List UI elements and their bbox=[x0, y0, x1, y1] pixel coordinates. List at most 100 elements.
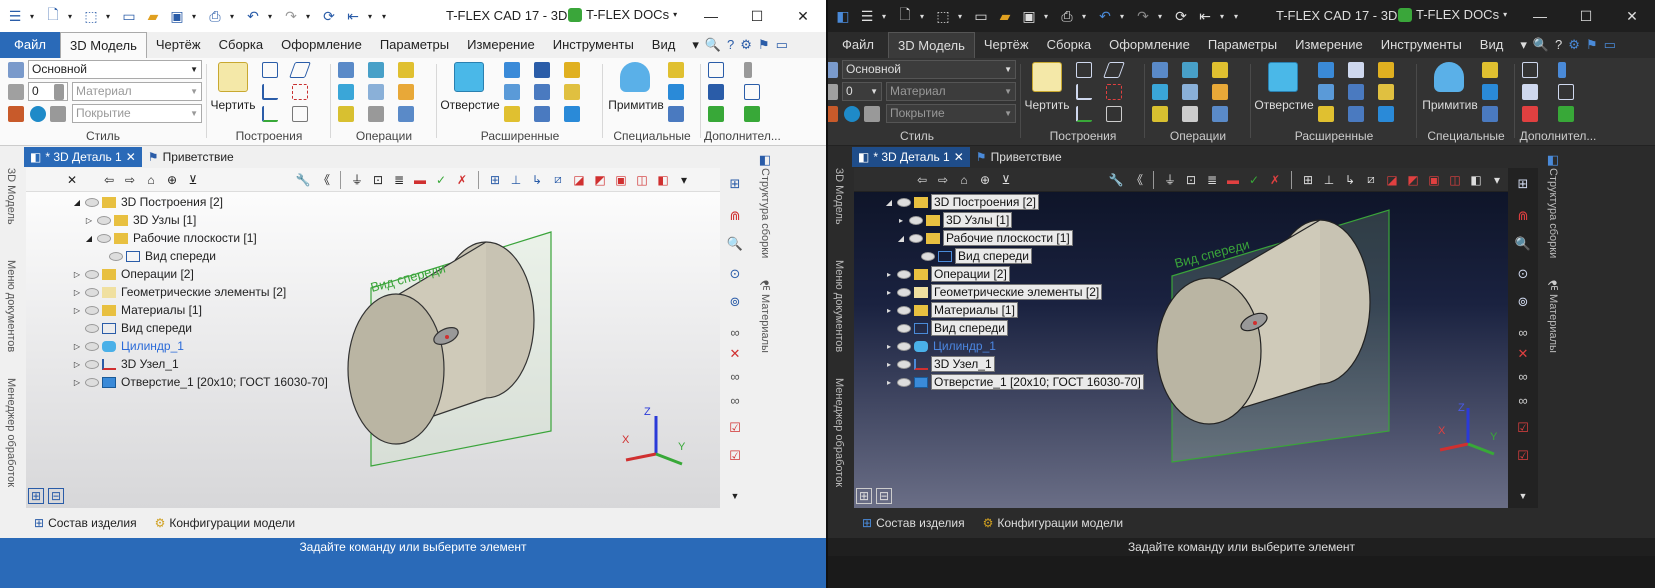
minimize-icon[interactable]: — bbox=[688, 0, 734, 32]
window-icon[interactable]: ▭ bbox=[972, 7, 990, 25]
glasses-2-icon[interactable]: ∞ bbox=[1513, 366, 1533, 386]
sketch-pen-icon[interactable] bbox=[1032, 62, 1062, 92]
fillet-icon[interactable] bbox=[368, 84, 384, 100]
tab-drawing[interactable]: Чертёж bbox=[975, 32, 1038, 58]
tree-node[interactable]: ▷ Отверстие_1 [20х10; ГОСТ 16030-70] bbox=[72, 374, 330, 390]
panel-tab-3d-model[interactable]: 3D Модель bbox=[5, 168, 17, 225]
point-icon[interactable] bbox=[1106, 106, 1122, 122]
boolean-icon[interactable] bbox=[338, 84, 354, 100]
special-1-icon[interactable] bbox=[668, 62, 684, 78]
tab-assembly[interactable]: Сборка bbox=[1038, 32, 1101, 58]
tree-node[interactable]: ▸ 3D Узлы [1] bbox=[896, 212, 1013, 228]
tab-file[interactable]: Файл bbox=[828, 32, 888, 58]
path-icon[interactable] bbox=[1106, 84, 1122, 100]
tab-welcome[interactable]: ⚑ Приветствие bbox=[970, 147, 1068, 167]
help-icon[interactable]: ? bbox=[1555, 37, 1562, 53]
regenerate-icon[interactable]: ⟳ bbox=[1172, 7, 1190, 25]
zoom-fit-icon[interactable]: ⊚ bbox=[1513, 292, 1533, 312]
zoom-window-icon[interactable]: ⊙ bbox=[1513, 264, 1533, 284]
panel-toggle-1-icon[interactable]: ⊞ bbox=[856, 488, 872, 504]
maximize-icon[interactable]: ☐ bbox=[1563, 0, 1609, 32]
grid-icon[interactable] bbox=[262, 62, 278, 78]
tab-model-configurations[interactable]: ⚙ Конфигурации модели bbox=[983, 516, 1123, 530]
check-cube-icon[interactable]: ☑ bbox=[1513, 418, 1533, 438]
panel-toggle-2-icon[interactable]: ⊟ bbox=[48, 488, 64, 504]
tab-view[interactable]: Вид bbox=[1471, 32, 1513, 58]
zoom-icon[interactable]: 🔍 bbox=[1513, 234, 1533, 254]
tree-node[interactable]: ◢ 3D Построения [2] bbox=[884, 194, 1039, 210]
tab-formatting[interactable]: Оформление bbox=[1100, 32, 1199, 58]
body-icon[interactable] bbox=[1378, 106, 1394, 122]
tab-model-configurations[interactable]: ⚙ Конфигурации модели bbox=[155, 516, 295, 530]
tree-node[interactable]: ▷ Цилиндр_1 bbox=[72, 338, 186, 354]
tab-tools[interactable]: Инструменты bbox=[1372, 32, 1471, 58]
lcs-icon[interactable] bbox=[1076, 106, 1092, 122]
check-cube-icon[interactable]: ☑ bbox=[725, 418, 745, 438]
spring-icon[interactable] bbox=[534, 62, 550, 78]
boolean-icon[interactable] bbox=[1152, 84, 1168, 100]
chamfer-icon[interactable] bbox=[398, 84, 414, 100]
layer-combo[interactable]: 0▼ bbox=[842, 82, 882, 101]
tree-node[interactable]: ▸ 3D Узел_1 bbox=[884, 356, 995, 372]
tab-parameters[interactable]: Параметры bbox=[1199, 32, 1286, 58]
fillet-icon[interactable] bbox=[1182, 84, 1198, 100]
deform-icon[interactable] bbox=[1348, 106, 1364, 122]
axis-icon[interactable] bbox=[1076, 84, 1092, 100]
tree-node[interactable]: ▷ Геометрические элементы [2] bbox=[72, 284, 288, 300]
tree-node[interactable]: Вид спереди bbox=[908, 248, 1033, 264]
plane-icon[interactable] bbox=[1103, 62, 1125, 78]
cylinder-face[interactable] bbox=[347, 293, 445, 445]
print-icon[interactable]: ⎙ bbox=[1058, 7, 1076, 25]
rib-icon[interactable] bbox=[1378, 62, 1394, 78]
panel-tab-structure[interactable]: Структура сборки bbox=[759, 168, 771, 258]
tab-measure[interactable]: Измерение bbox=[1286, 32, 1372, 58]
check-cube-2-icon[interactable]: ☑ bbox=[725, 446, 745, 466]
rib-icon[interactable] bbox=[564, 62, 580, 78]
open-folder-icon[interactable]: ▰ bbox=[996, 7, 1014, 25]
table-icon[interactable] bbox=[708, 62, 724, 78]
point-icon[interactable] bbox=[292, 106, 308, 122]
tree-node[interactable]: ▸ Геометрические элементы [2] bbox=[884, 284, 1103, 300]
panel-tab-doc-menu[interactable]: Меню документов bbox=[5, 260, 17, 352]
extrude-icon[interactable] bbox=[1152, 62, 1168, 78]
tab-file[interactable]: Файл bbox=[0, 32, 60, 58]
thread-icon[interactable] bbox=[1318, 62, 1334, 78]
hole-icon[interactable] bbox=[1268, 62, 1298, 92]
tree-node[interactable]: ▸ Цилиндр_1 bbox=[884, 338, 998, 354]
redo-icon[interactable]: ↷ bbox=[282, 7, 300, 25]
link-icon[interactable] bbox=[744, 106, 760, 122]
3d-viewport[interactable]: ✕ ⇦ ⇨ ⌂ ⊕ ⊻ 🔧 《 ⏚ ⊡ ≣ ▬ ✓ ✗ ⊞ ⊥ ↳ ⧄ ◪ ◩ … bbox=[26, 168, 720, 508]
tab-3d-model[interactable]: 3D Модель bbox=[887, 32, 975, 58]
rotate-icon[interactable] bbox=[1182, 62, 1198, 78]
lcs-icon[interactable] bbox=[262, 106, 278, 122]
wrap-icon[interactable] bbox=[1318, 106, 1334, 122]
view-panel-icon[interactable]: ⊞ bbox=[725, 174, 745, 194]
box-3d-icon[interactable]: ⬚ bbox=[934, 7, 952, 25]
shell-icon[interactable] bbox=[1152, 106, 1168, 122]
structure-icon[interactable]: ◧ bbox=[755, 150, 775, 170]
search-icon[interactable]: 🔍 bbox=[705, 37, 721, 53]
tflex-docs-button-dark[interactable]: T-FLEX DOCs ▾ bbox=[1398, 7, 1511, 22]
shell-icon[interactable] bbox=[338, 106, 354, 122]
tree-node[interactable]: ▷ Операции [2] bbox=[72, 266, 196, 282]
glasses-2-icon[interactable]: ∞ bbox=[725, 366, 745, 386]
tab-tools[interactable]: Инструменты bbox=[544, 32, 643, 58]
scroll-down-icon[interactable]: ▼ bbox=[725, 486, 745, 506]
open-folder-icon[interactable]: ▰ bbox=[144, 7, 162, 25]
check-cube-2-icon[interactable]: ☑ bbox=[1513, 446, 1533, 466]
special-3-icon[interactable] bbox=[1482, 106, 1498, 122]
rollback-icon[interactable]: ⇤ bbox=[1196, 7, 1214, 25]
close-icon[interactable]: ✕ bbox=[1609, 0, 1655, 32]
settings-icon[interactable]: ⚙ bbox=[740, 37, 752, 53]
tab-assembly[interactable]: Сборка bbox=[210, 32, 273, 58]
panel-tab-materials[interactable]: Материалы bbox=[1547, 294, 1559, 353]
panel-toggle-2-icon[interactable]: ⊟ bbox=[876, 488, 892, 504]
special-3-icon[interactable] bbox=[668, 106, 684, 122]
tree-node[interactable]: Вид спереди bbox=[96, 248, 218, 264]
tree-node[interactable]: Вид спереди bbox=[884, 320, 1009, 336]
panel-tab-machining[interactable]: Менеджер обработок bbox=[833, 378, 845, 487]
chamfer-icon[interactable] bbox=[1212, 84, 1228, 100]
mirror-icon[interactable] bbox=[398, 106, 414, 122]
tflex-docs-button[interactable]: T-FLEX DOCs ▾ bbox=[568, 7, 681, 22]
close-icon[interactable]: ✕ bbox=[780, 0, 826, 32]
